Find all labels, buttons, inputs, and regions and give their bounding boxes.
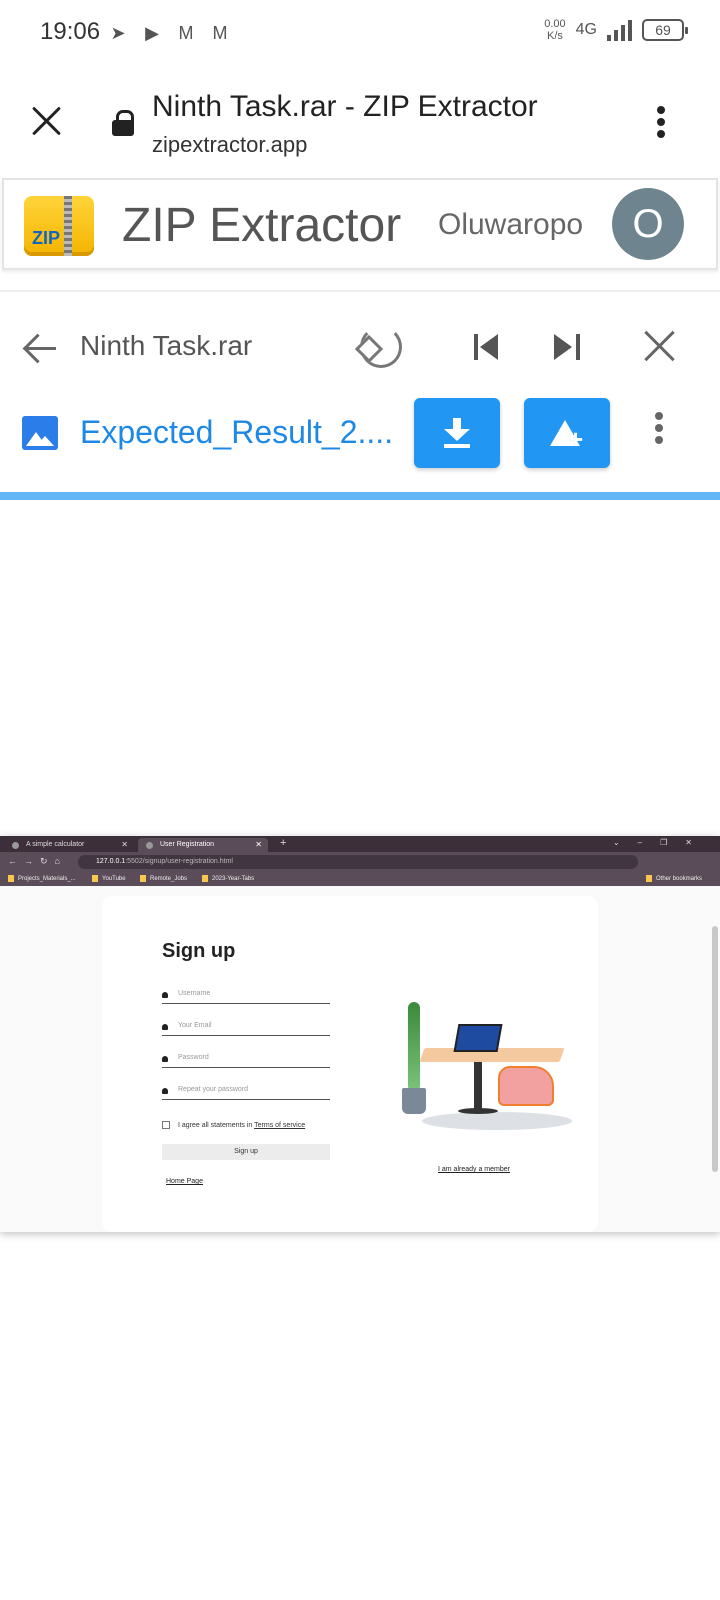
image-preview[interactable]: A simple calculator ✕ User Registration ✕ … <box>0 836 720 1232</box>
browser-menu-icon[interactable] <box>656 106 666 142</box>
back-arrow-icon[interactable] <box>22 330 58 366</box>
network-speed: 0.00 K/s <box>544 18 565 42</box>
notification-icons: ➤ ▶ M M <box>106 22 232 44</box>
file-viewer-toolbar: Ninth Task.rar Expected_Result_2.... <box>0 290 720 500</box>
drive-add-icon <box>550 420 583 452</box>
youtube-icon: ▶ <box>145 23 159 43</box>
preview-url-host: 127.0.0.1 <box>96 858 126 865</box>
save-to-drive-button[interactable] <box>524 398 610 468</box>
already-member-link: I am already a member <box>438 1166 510 1173</box>
preview-tab-active: User Registration ✕ <box>138 838 268 852</box>
network-type: 4G <box>575 21 597 38</box>
archive-name: Ninth Task.rar <box>80 330 253 361</box>
preview-bookmark: Remote_Jobs <box>140 874 187 884</box>
preview-bookmark: Projects_Materials_... <box>8 874 76 884</box>
user-icon <box>162 992 168 998</box>
password-field: Password <box>162 1052 330 1068</box>
terms-checkbox-row: I agree all statements in Terms of servi… <box>162 1121 305 1129</box>
preview-bookmark: 2023-Year-Tabs <box>202 874 254 884</box>
progress-bar <box>0 492 720 500</box>
new-tab-icon: + <box>280 837 287 849</box>
repeat-password-field: Repeat your password <box>162 1084 330 1100</box>
status-bar: 19:06 ➤ ▶ M M 0.00 K/s 4G 69 <box>0 0 720 68</box>
file-name[interactable]: Expected_Result_2.... <box>80 414 393 451</box>
preview-bookmark: Other bookmarks <box>646 874 702 884</box>
network-speed-unit: K/s <box>546 30 563 42</box>
laptop-illustration <box>453 1024 503 1052</box>
rotate-icon[interactable] <box>360 326 402 368</box>
file-menu-icon[interactable] <box>654 412 664 448</box>
network-speed-value: 0.00 <box>544 18 566 30</box>
status-time: 19:06 <box>40 18 101 45</box>
image-file-icon <box>22 416 58 450</box>
terms-link: Terms of service <box>254 1121 306 1129</box>
preview-bookmarks-bar: Projects_Materials_... YouTube Remote_Jo… <box>0 872 720 886</box>
preview-tab-label: A simple calculator <box>26 841 85 848</box>
window-controls: ⌄–❐✕ <box>612 838 710 847</box>
next-file-icon[interactable] <box>552 334 580 360</box>
lock-icon[interactable] <box>112 110 134 136</box>
preview-url-path: :5502/signup/user-registration.html <box>125 858 233 865</box>
checkbox-icon <box>162 1121 170 1129</box>
app-name: ZIP Extractor <box>122 199 402 252</box>
preview-url: 127.0.0.1:5502/signup/user-registration.… <box>78 855 638 869</box>
zip-logo-text: ZIP <box>32 228 61 248</box>
custom-tab-bar: Ninth Task.rar - ZIP Extractor zipextrac… <box>0 70 720 174</box>
signup-card: Sign up Username Your Email Password Rep… <box>102 896 598 1232</box>
preview-tab-strip: A simple calculator ✕ User Registration ✕ … <box>0 836 720 852</box>
mail-icon <box>162 1024 168 1030</box>
zip-logo: ZIP <box>24 196 94 256</box>
field-placeholder: Password <box>178 1054 209 1061</box>
status-indicators: 0.00 K/s 4G 69 <box>544 18 688 42</box>
signup-submit: Sign up <box>162 1144 330 1160</box>
preview-scrollbar <box>712 926 718 1172</box>
download-icon <box>444 418 470 446</box>
desk-illustration <box>402 962 582 1142</box>
close-viewer-icon[interactable] <box>644 330 676 362</box>
user-name[interactable]: Oluwaropo <box>438 208 583 242</box>
preview-bookmark: YouTube <box>92 874 126 884</box>
battery-level: 69 <box>655 22 671 38</box>
field-placeholder: Repeat your password <box>178 1086 249 1093</box>
telegram-icon: ➤ <box>110 23 126 43</box>
previous-file-icon[interactable] <box>474 334 502 360</box>
app-header: ZIP ZIP Extractor Oluwaropo O <box>2 178 718 270</box>
preview-address-bar: ←→↻⌂ 127.0.0.1:5502/signup/user-registra… <box>0 852 720 872</box>
lock-outline-icon <box>162 1088 168 1094</box>
preview-nav-icons: ←→↻⌂ <box>8 856 67 866</box>
page-domain: zipextractor.app <box>152 132 308 157</box>
close-tab-icon[interactable] <box>30 104 64 138</box>
lock-icon <box>162 1056 168 1062</box>
email-field: Your Email <box>162 1020 330 1036</box>
field-placeholder: Your Email <box>178 1022 212 1029</box>
field-placeholder: Username <box>178 990 211 997</box>
gmail-icon: M <box>212 23 228 43</box>
battery-icon: 69 <box>642 19 688 41</box>
agree-text: I agree all statements in <box>178 1121 255 1129</box>
signal-icon <box>607 19 632 41</box>
chair-illustration <box>498 1066 554 1106</box>
signup-title: Sign up <box>162 940 236 962</box>
username-field: Username <box>162 988 330 1004</box>
preview-tab: A simple calculator ✕ <box>4 838 134 852</box>
preview-tab-label: User Registration <box>160 841 215 848</box>
gmail-icon: M <box>178 23 194 43</box>
page-title: Ninth Task.rar - ZIP Extractor <box>152 90 538 123</box>
download-button[interactable] <box>414 398 500 468</box>
home-page-link: Home Page <box>166 1178 203 1185</box>
avatar[interactable]: O <box>612 188 684 260</box>
